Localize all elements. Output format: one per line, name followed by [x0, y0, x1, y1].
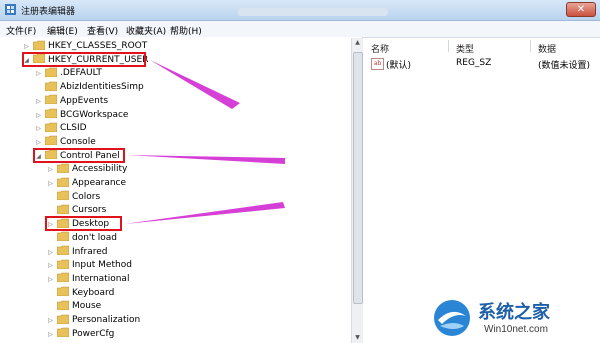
tree-item-label: don't load	[72, 232, 118, 243]
folder-icon	[57, 177, 69, 187]
menu-file[interactable]: 文件(F)	[6, 24, 36, 37]
tree-scrollbar[interactable]: ▲ ▼	[351, 38, 363, 343]
tree-item-label: Colors	[72, 191, 101, 202]
watermark-brand: 系统之家	[478, 302, 550, 323]
column-header-type[interactable]: 类型	[456, 42, 474, 55]
value-name: (默认)	[386, 61, 412, 71]
close-button[interactable]: ✕	[566, 2, 596, 17]
scroll-down-icon[interactable]: ▼	[352, 333, 363, 343]
folder-icon	[57, 190, 69, 201]
folder-icon	[57, 327, 69, 338]
expand-icon[interactable]: ▷	[34, 109, 43, 122]
tree-item-abizidentitiessimp[interactable]: AbizIdentitiesSimp	[34, 81, 144, 94]
tree-item-label: HKEY_CLASSES_ROOT	[48, 41, 148, 51]
tree-item-don-t-load[interactable]: don't load	[46, 231, 118, 245]
expand-icon[interactable]: ▷	[34, 122, 43, 135]
scroll-up-icon[interactable]: ▲	[352, 38, 363, 48]
tree-item-label: Input Method	[72, 260, 132, 271]
expand-icon[interactable]: ▷	[34, 136, 43, 149]
scroll-thumb[interactable]	[353, 52, 363, 304]
tree-item-appevents[interactable]: ▷ AppEvents	[34, 94, 109, 108]
menu-favorites[interactable]: 收藏夹(A)	[126, 24, 166, 37]
tree-item-powercfg[interactable]: ▷ PowerCfg	[46, 327, 115, 341]
tree-item-label: Personalization	[72, 315, 141, 325]
value-type: REG_SZ	[456, 58, 492, 68]
tree-item-keyboard[interactable]: Keyboard	[46, 286, 115, 300]
tree-item-default[interactable]: ▷ .DEFAULT	[34, 67, 102, 80]
title-bar: 注册表编辑器 ✕	[0, 0, 600, 21]
highlight-box-hkey-current-user	[22, 52, 146, 67]
menu-edit[interactable]: 编辑(E)	[47, 24, 78, 37]
expand-icon[interactable]: ▷	[46, 328, 55, 341]
folder-icon	[45, 81, 57, 91]
expand-icon[interactable]: ▷	[46, 259, 55, 272]
watermark-site: Win10net.com	[484, 324, 548, 335]
folder-icon	[57, 204, 69, 214]
menu-bar: 文件(F) 编辑(E) 查看(V) 收藏夹(A) 帮助(H)	[0, 21, 600, 38]
window-title: 注册表编辑器	[21, 7, 76, 17]
tree-item-label: CLSID	[60, 123, 87, 134]
tree-item-label: Infrared	[72, 246, 108, 257]
menu-view[interactable]: 查看(V)	[87, 24, 118, 37]
expand-icon[interactable]: ▷	[46, 177, 55, 190]
tree-item-label: BCGWorkspace	[60, 109, 129, 120]
blurred-title-area	[238, 8, 388, 16]
value-data: (数值未设置)	[538, 61, 591, 71]
tree-item-international[interactable]: ▷ International	[46, 273, 129, 286]
expand-icon[interactable]: ▷	[46, 163, 55, 176]
column-divider[interactable]	[448, 40, 449, 52]
folder-icon	[57, 231, 69, 242]
tree-item-console[interactable]: ▷ Console	[34, 136, 96, 149]
tree-item-input-method[interactable]: ▷ Input Method	[46, 259, 132, 272]
folder-icon	[57, 300, 69, 310]
tree-item-label: Mouse	[72, 301, 102, 312]
tree-item-colors[interactable]: Colors	[46, 190, 101, 204]
watermark-logo-icon	[434, 300, 470, 336]
folder-icon	[57, 245, 69, 255]
tree-item-personalization[interactable]: ▷ Personalization	[46, 314, 140, 327]
folder-icon	[45, 67, 57, 77]
folder-icon	[57, 273, 69, 283]
folder-icon	[57, 314, 69, 324]
tree-item-label: .DEFAULT	[60, 68, 102, 79]
folder-icon	[45, 122, 57, 132]
tree-item-mouse[interactable]: Mouse	[46, 300, 101, 313]
tree-item-label: PowerCfg	[72, 328, 115, 339]
folder-icon	[45, 94, 57, 105]
regedit-app-icon	[5, 4, 16, 15]
tree-item-clsid[interactable]: ▷ CLSID	[34, 122, 87, 135]
tree-item-infrared[interactable]: ▷ Infrared	[46, 245, 108, 259]
tree-item-label: Console	[60, 136, 96, 147]
column-header-name[interactable]: 名称	[371, 42, 389, 55]
folder-icon	[57, 259, 69, 269]
expand-icon[interactable]: ▷	[34, 67, 43, 80]
string-value-icon: ab	[371, 58, 384, 70]
tree-item-bcgworkspace[interactable]: ▷ BCGWorkspace	[34, 108, 129, 122]
folder-icon	[33, 40, 45, 50]
column-divider[interactable]	[530, 40, 531, 52]
folder-icon	[57, 163, 69, 173]
highlight-box-control-panel	[33, 148, 125, 163]
tree-item-label: AbizIdentitiesSimp	[60, 82, 144, 93]
expand-icon[interactable]: ▷	[46, 246, 55, 259]
tree-item-label: AppEvents	[60, 95, 109, 106]
tree-item-label: Keyboard	[72, 287, 115, 298]
tree-item-label: International	[72, 273, 130, 284]
tree-item-label: Cursors	[72, 205, 107, 216]
folder-icon	[45, 136, 57, 146]
folder-icon	[45, 108, 57, 118]
expand-icon[interactable]: ▷	[34, 95, 43, 108]
highlight-box-desktop	[45, 216, 122, 231]
tree-item-appearance[interactable]: ▷ Appearance	[46, 177, 126, 190]
expand-icon[interactable]: ▷	[46, 314, 55, 327]
column-header-data[interactable]: 数据	[538, 42, 556, 55]
folder-icon	[57, 286, 69, 297]
tree-item-label: Appearance	[72, 178, 127, 188]
expand-icon[interactable]: ▷	[46, 273, 55, 286]
tree-item-accessibility[interactable]: ▷ Accessibility	[46, 163, 127, 176]
tree-item-label: Accessibility	[72, 164, 128, 175]
menu-help[interactable]: 帮助(H)	[170, 24, 202, 37]
site-watermark: 系统之家 Win10net.com	[432, 296, 600, 342]
